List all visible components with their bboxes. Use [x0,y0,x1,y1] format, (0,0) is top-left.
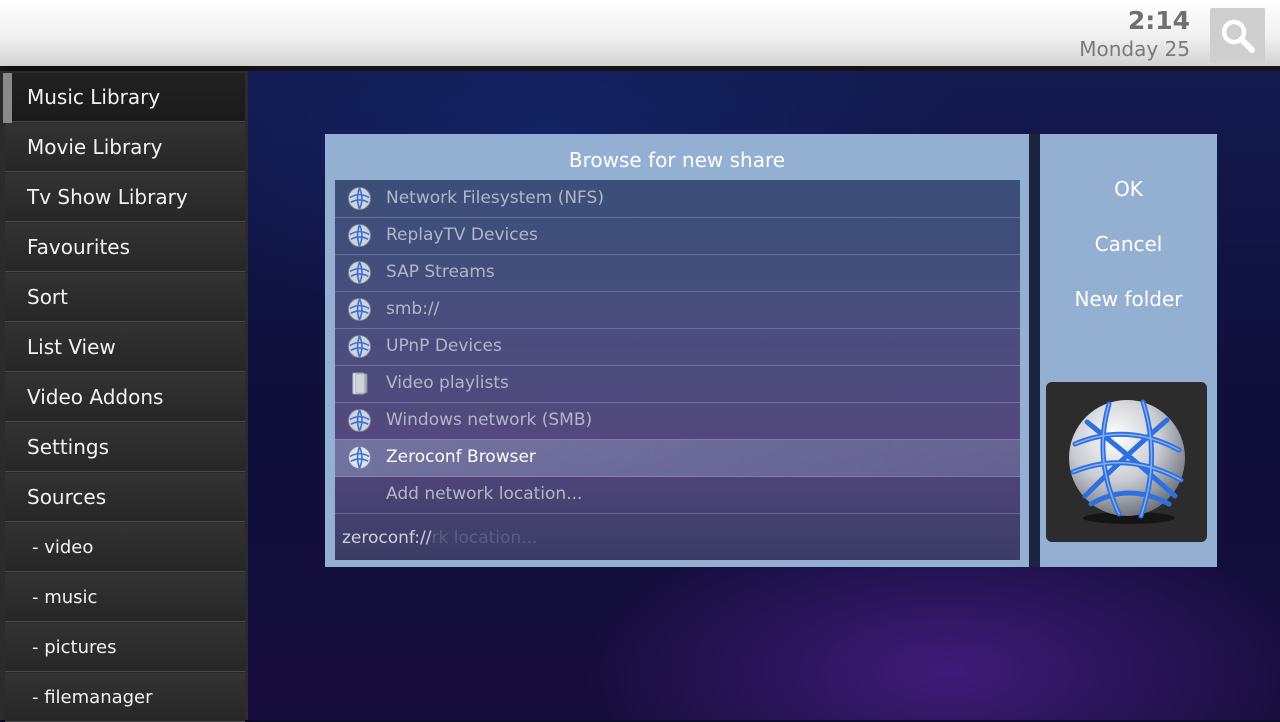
dialog-divider [1029,134,1040,567]
list-item-label: Zeroconf Browser [386,447,536,467]
cancel-button[interactable]: Cancel [1040,232,1217,256]
list-item-label: Video playlists [386,373,509,393]
sidebar-item-label: Movie Library [27,135,163,159]
sidebar-item-tv-show-library[interactable]: Tv Show Library [5,173,245,222]
list-item-label: Windows network (SMB) [386,410,593,430]
sidebar-item-pictures[interactable]: - pictures [5,623,245,672]
network-globe-icon [347,408,372,433]
sidebar-item-label: Video Addons [27,385,164,409]
list-item-add-network-location[interactable]: Add network location... [335,476,1020,514]
sidebar-item-filemanager[interactable]: - filemanager [5,673,245,722]
dialog-title: Browse for new share [568,148,786,172]
sidebar-item-label: - music [32,587,98,608]
list-item-sap-streams[interactable]: SAP Streams [335,254,1020,292]
sidebar-item-label: Sources [27,485,107,509]
list-item-label: Network Filesystem (NFS) [386,188,604,208]
folder-icon [352,372,368,395]
sidebar-item-video[interactable]: - video [5,523,245,572]
list-item-label: smb:// [386,299,440,319]
sidebar-item-label: Music Library [27,85,161,109]
sidebar-item-label: - video [32,537,94,558]
list-item-zeroconf-browser[interactable]: Zeroconf Browser [335,439,1020,477]
ok-button[interactable]: OK [1040,177,1217,201]
new-folder-button[interactable]: New folder [1040,287,1217,311]
search-icon [1221,19,1255,53]
sidebar-item-music[interactable]: - music [5,573,245,622]
list-item-label: ReplayTV Devices [386,225,538,245]
sidebar-item-favourites[interactable]: Favourites [5,223,245,272]
sidebar-item-video-addons[interactable]: Video Addons [5,373,245,422]
selection-indicator [3,73,12,123]
network-globe-icon [347,297,372,322]
sidebar-item-label: - filemanager [32,687,153,708]
path-value: zeroconf:// [342,528,432,548]
network-globe-icon [347,223,372,248]
list-item-upnp[interactable]: UPnP Devices [335,328,1020,366]
network-globe-icon [1068,399,1185,524]
top-bar: 2:14 Monday 25 [0,0,1280,66]
list-item-label: UPnP Devices [386,336,502,356]
path-ghost-text: rk location... [431,528,538,548]
list-item-smb-protocol[interactable]: smb:// [335,291,1020,329]
sidebar-item-list-view[interactable]: List View [5,323,245,372]
selected-item-thumbnail [1046,382,1207,542]
browse-dialog: Browse for new share Network Filesystem … [325,134,1029,567]
sidebar-item-label: Sort [27,285,68,309]
sidebar-item-settings[interactable]: Settings [5,423,245,472]
network-globe-icon [347,260,372,285]
network-globe-icon [347,445,372,470]
clock-date: Monday 25 [1079,37,1190,61]
sidebar-item-movie-library[interactable]: Movie Library [5,123,245,172]
sidebar-item-label: - pictures [32,637,117,658]
sidebar: Music Library Movie Library Tv Show Libr… [0,71,248,722]
network-globe-icon [347,334,372,359]
network-globe-icon [347,186,372,211]
list-item-video-playlists[interactable]: Video playlists [335,365,1020,403]
list-item-label: Add network location... [386,484,583,504]
sidebar-item-label: Tv Show Library [27,185,188,209]
list-item-windows-network[interactable]: Windows network (SMB) [335,402,1020,440]
list-item-nfs[interactable]: Network Filesystem (NFS) [335,180,1020,218]
sidebar-item-label: Settings [27,435,110,459]
list-item-label: SAP Streams [386,262,495,282]
sidebar-item-sources[interactable]: Sources [5,473,245,522]
sidebar-item-label: Favourites [27,235,131,259]
search-button[interactable] [1210,8,1265,63]
sidebar-item-label: List View [27,335,116,359]
sidebar-item-music-library[interactable]: Music Library [5,73,245,122]
current-path: zeroconf://rk location... [342,528,537,548]
clock-time: 2:14 [1127,6,1190,35]
list-item-replaytv[interactable]: ReplayTV Devices [335,217,1020,255]
sidebar-item-sort[interactable]: Sort [5,273,245,322]
share-list: Network Filesystem (NFS) ReplayTV Device… [335,180,1020,560]
dialog-button-panel: OK Cancel New folder [1040,134,1217,567]
